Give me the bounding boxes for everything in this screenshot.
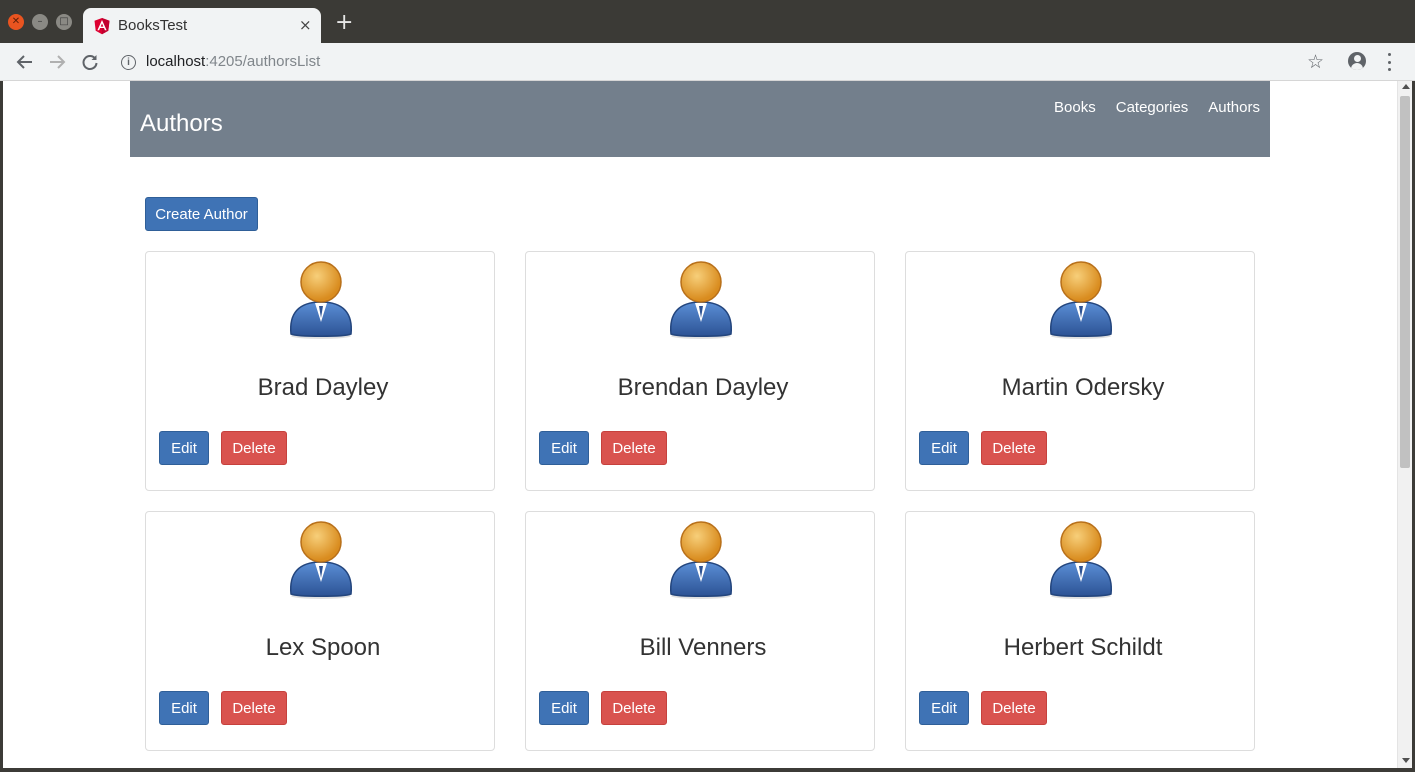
author-card: Martin Odersky Edit Delete	[905, 251, 1255, 491]
menu-icon[interactable]	[1386, 53, 1392, 71]
author-card: Brendan Dayley Edit Delete	[525, 251, 875, 491]
user-avatar-icon	[1050, 521, 1112, 599]
author-card: Bill Venners Edit Delete	[525, 511, 875, 751]
create-author-button[interactable]: Create Author	[145, 197, 258, 231]
author-name: Lex Spoon	[265, 634, 381, 661]
back-arrow-icon[interactable]	[15, 52, 35, 72]
angular-favicon	[94, 18, 110, 35]
tab-close-icon[interactable]: ×	[299, 16, 312, 34]
tab-title: BooksTest	[118, 17, 188, 34]
author-name: Brendan Dayley	[617, 374, 789, 401]
user-avatar-icon	[670, 261, 732, 339]
author-name: Martin Odersky	[1001, 374, 1165, 401]
page-title: Authors	[140, 110, 223, 137]
window-close-button[interactable]: ✕	[8, 14, 24, 30]
edit-button[interactable]: Edit	[159, 431, 209, 465]
nav-categories[interactable]: Categories	[1116, 99, 1189, 116]
edit-button[interactable]: Edit	[919, 691, 969, 725]
forward-arrow-icon[interactable]	[47, 52, 67, 72]
page-viewport: Authors Books Categories Authors Create …	[3, 81, 1397, 768]
scroll-down-arrow-icon[interactable]	[1402, 758, 1410, 763]
edit-button[interactable]: Edit	[159, 691, 209, 725]
delete-button[interactable]: Delete	[221, 691, 287, 725]
author-name: Brad Dayley	[257, 374, 389, 401]
delete-button[interactable]: Delete	[601, 691, 667, 725]
info-icon[interactable]: i	[121, 55, 136, 70]
reload-icon[interactable]	[80, 52, 100, 72]
url-host: localhost	[146, 53, 206, 70]
user-avatar-icon	[290, 521, 352, 599]
star-icon[interactable]: ☆	[1307, 51, 1324, 73]
window-maximize-button[interactable]: □	[56, 14, 72, 30]
profile-icon[interactable]	[1348, 52, 1366, 70]
delete-button[interactable]: Delete	[981, 431, 1047, 465]
author-card: Brad Dayley Edit Delete	[145, 251, 495, 491]
browser-toolbar: i localhost:4205/authorsList ☆	[0, 43, 1415, 81]
delete-button[interactable]: Delete	[221, 431, 287, 465]
author-name: Herbert Schildt	[1003, 634, 1163, 661]
user-avatar-icon	[670, 521, 732, 599]
address-bar[interactable]: localhost:4205/authorsList	[146, 53, 320, 70]
author-name: Bill Venners	[639, 634, 767, 661]
url-path: :4205/authorsList	[205, 53, 321, 70]
nav-authors[interactable]: Authors	[1208, 99, 1260, 116]
top-nav: Books Categories Authors	[1054, 99, 1260, 116]
window-titlebar: ✕ – □ BooksTest × +	[0, 0, 1415, 43]
user-avatar-icon	[1050, 261, 1112, 339]
page-scrollbar[interactable]	[1397, 81, 1412, 768]
delete-button[interactable]: Delete	[981, 691, 1047, 725]
window-minimize-button[interactable]: –	[32, 14, 48, 30]
edit-button[interactable]: Edit	[539, 431, 589, 465]
author-card: Herbert Schildt Edit Delete	[905, 511, 1255, 751]
user-avatar-icon	[290, 261, 352, 339]
browser-tab[interactable]: BooksTest ×	[83, 8, 321, 43]
delete-button[interactable]: Delete	[601, 431, 667, 465]
scroll-thumb[interactable]	[1400, 96, 1410, 468]
nav-books[interactable]: Books	[1054, 99, 1096, 116]
new-tab-button[interactable]: +	[335, 12, 353, 34]
author-card: Lex Spoon Edit Delete	[145, 511, 495, 751]
edit-button[interactable]: Edit	[919, 431, 969, 465]
app-header: Authors Books Categories Authors	[130, 81, 1270, 157]
edit-button[interactable]: Edit	[539, 691, 589, 725]
scroll-up-arrow-icon[interactable]	[1402, 84, 1410, 89]
